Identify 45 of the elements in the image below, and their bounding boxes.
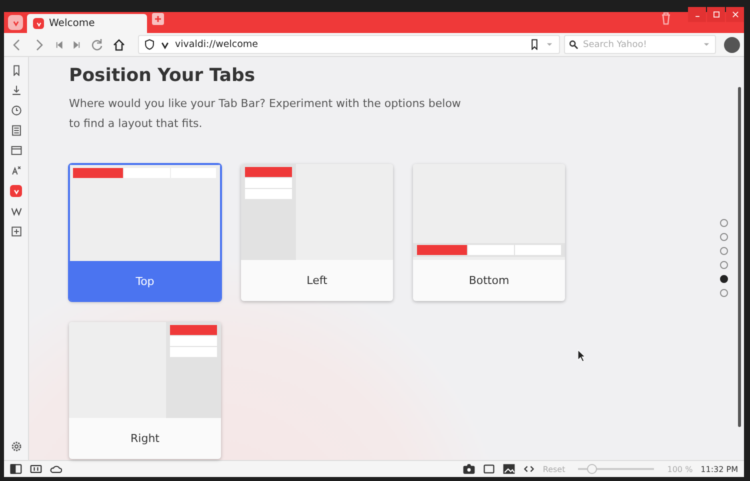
cloud-icon[interactable] <box>50 463 62 475</box>
window-icon[interactable] <box>482 463 495 475</box>
reload-icon[interactable] <box>90 38 104 52</box>
search-icon <box>569 40 579 50</box>
shield-icon <box>144 39 155 50</box>
settings-icon[interactable] <box>10 441 22 452</box>
fast-forward-icon[interactable] <box>72 40 82 50</box>
search-input[interactable]: Search Yahoo! <box>583 40 698 50</box>
page-title: Position Your Tabs <box>69 65 256 86</box>
clock: 11:32 PM <box>700 464 738 474</box>
image-icon[interactable] <box>502 463 515 475</box>
v-logo-icon <box>160 40 170 50</box>
download-icon[interactable] <box>10 85 22 96</box>
tile-icon[interactable] <box>30 463 42 475</box>
bookmark-icon[interactable] <box>10 65 22 76</box>
tab-position-option[interactable]: Left <box>241 164 393 301</box>
scrollbar[interactable] <box>738 87 741 427</box>
translate-icon[interactable] <box>10 165 22 176</box>
close-icon[interactable] <box>730 10 740 19</box>
browser-tab[interactable]: Welcome <box>27 14 147 33</box>
notes-icon[interactable] <box>10 125 22 136</box>
home-icon[interactable] <box>112 38 126 52</box>
bookmark-icon[interactable] <box>529 39 540 50</box>
zoom-slider-thumb[interactable] <box>586 464 597 474</box>
window-icon[interactable] <box>10 145 22 156</box>
trash-icon[interactable] <box>659 11 673 25</box>
wikipedia-icon[interactable] <box>10 206 22 217</box>
page-description: Where would you like your Tab Bar? Experiment with the options below to find a layout that fits. <box>69 96 462 132</box>
tab-position-option[interactable]: Top <box>69 164 221 301</box>
search-field[interactable]: Search Yahoo! <box>564 35 716 54</box>
zoom-percent: 100 % <box>667 464 693 474</box>
code-icon[interactable] <box>522 463 535 475</box>
rewind-icon[interactable] <box>54 40 64 50</box>
new-tab-icon[interactable] <box>151 12 165 26</box>
address-field[interactable]: vivaldi://welcome <box>138 35 560 54</box>
vivaldi-panel-icon[interactable] <box>10 185 22 197</box>
v-logo-icon <box>34 20 42 28</box>
panel-toggle-icon[interactable] <box>10 463 22 475</box>
clock-icon[interactable] <box>10 105 22 116</box>
add-panel-icon[interactable] <box>10 226 22 237</box>
maximize-icon[interactable] <box>712 10 720 19</box>
tab-position-option[interactable]: Bottom <box>413 164 565 301</box>
camera-icon[interactable] <box>462 463 475 475</box>
tab-position-option[interactable]: Right <box>69 322 221 459</box>
mouse-cursor-icon <box>577 349 586 362</box>
